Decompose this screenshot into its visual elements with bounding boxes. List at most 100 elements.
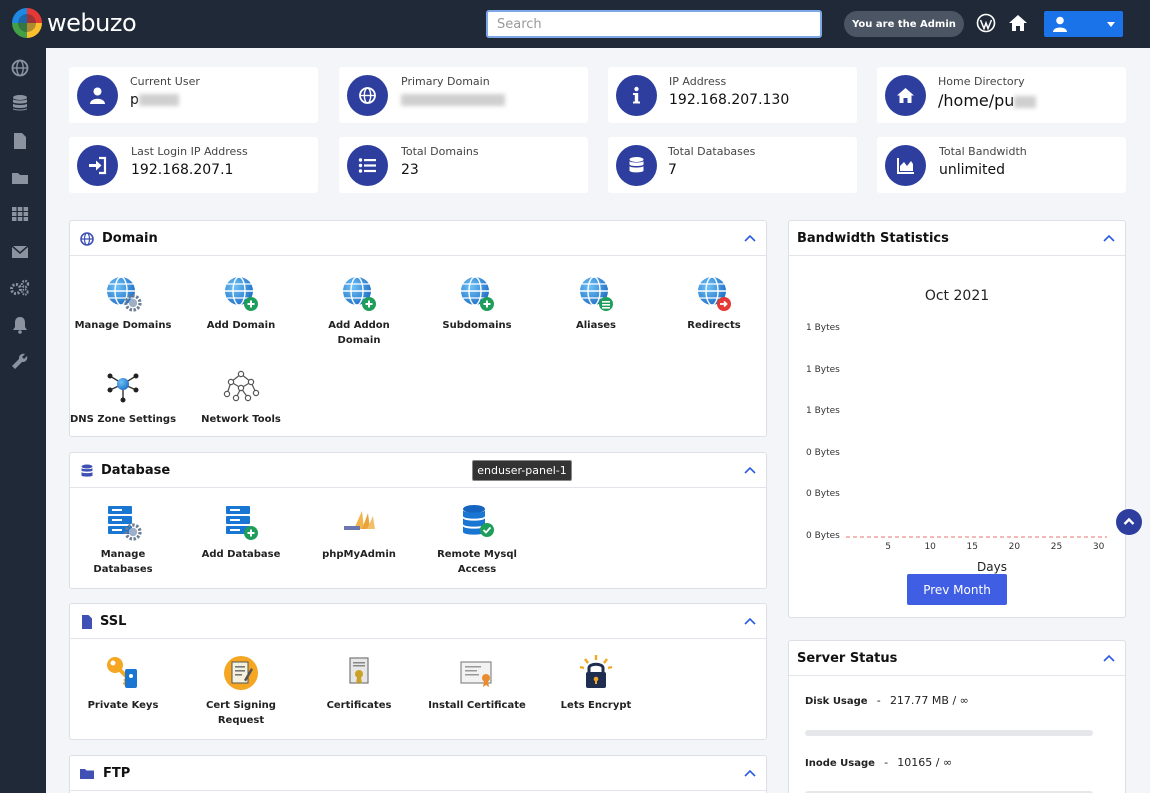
chevron-up-icon — [1123, 517, 1135, 525]
chevron-up-icon[interactable] — [744, 617, 756, 625]
tile-label: Redirects — [687, 320, 741, 331]
grid-icon[interactable] — [11, 205, 29, 223]
info-card-value: p — [130, 92, 179, 108]
home-icon — [885, 75, 926, 116]
server-status-panel: Server Status Disk Usage - 217.77 MB / ∞… — [788, 640, 1126, 793]
tile-label: Install Certificate — [428, 700, 526, 711]
ssl-panel-header[interactable]: SSL — [70, 604, 766, 639]
area-chart-icon — [885, 145, 926, 186]
tile-add-domain[interactable]: Add Domain — [182, 274, 300, 333]
tile-redirects[interactable]: Redirects — [655, 274, 766, 333]
panel-tooltip: enduser-panel-1 — [472, 460, 572, 481]
install-certificate-icon — [460, 661, 492, 687]
database-icon — [616, 145, 657, 186]
info-card-current-user: Current User p — [69, 67, 318, 123]
sidebar — [0, 48, 46, 793]
admin-badge[interactable]: You are the Admin — [844, 11, 964, 37]
user-menu-button[interactable] — [1044, 11, 1123, 37]
folder-icon[interactable] — [11, 169, 29, 187]
dns-network-icon — [107, 373, 139, 403]
top-bar: webuzo You are the Admin — [0, 0, 1150, 48]
x-axis-label: Days — [977, 560, 1007, 574]
tile-manage-databases[interactable]: Manage Databases — [70, 503, 182, 577]
bell-icon[interactable] — [11, 316, 29, 334]
globe-icon[interactable] — [11, 59, 29, 77]
tile-phpmyadmin[interactable]: phpMyAdmin — [300, 503, 418, 562]
database-remote-icon — [463, 505, 494, 537]
scroll-to-top-button[interactable] — [1116, 509, 1142, 535]
gears-icon[interactable] — [9, 279, 31, 297]
tile-private-keys[interactable]: Private Keys — [70, 654, 182, 713]
info-card-value: 192.168.207.1 — [131, 162, 234, 178]
brand-name: webuzo — [47, 9, 137, 37]
ftp-panel-header[interactable]: FTP — [70, 756, 766, 791]
tile-label: Remote Mysql Access — [437, 549, 517, 575]
chevron-up-icon[interactable] — [744, 769, 756, 777]
bandwidth-chart — [846, 536, 1107, 538]
file-icon — [82, 615, 92, 629]
tile-add-database[interactable]: Add Database — [182, 503, 300, 562]
domain-panel-header[interactable]: Domain — [70, 221, 766, 256]
info-card-total-databases: Total Databases 7 — [608, 137, 857, 193]
tile-label: Subdomains — [442, 320, 512, 331]
tile-label: Private Keys — [87, 700, 159, 711]
tile-cert-signing-request[interactable]: Cert Signing Request — [182, 654, 300, 728]
envelope-icon[interactable] — [11, 243, 29, 261]
tile-install-certificate[interactable]: Install Certificate — [418, 654, 536, 713]
panel-title: SSL — [100, 614, 127, 629]
tile-subdomains[interactable]: Subdomains — [418, 274, 536, 333]
phpmyadmin-icon — [344, 511, 375, 530]
info-icon — [616, 75, 657, 116]
info-card-home-directory: Home Directory /home/pu — [877, 67, 1126, 123]
wrench-icon[interactable] — [11, 352, 29, 370]
padlock-icon — [579, 655, 613, 688]
database-icon — [81, 464, 93, 477]
sign-in-icon — [77, 145, 118, 186]
brand-logo[interactable]: webuzo — [12, 8, 137, 38]
tile-dns-zone-settings[interactable]: DNS Zone Settings — [70, 368, 182, 427]
tile-label: Manage Databases — [93, 549, 153, 575]
list-icon — [347, 145, 388, 186]
search-input[interactable] — [486, 10, 822, 38]
bandwidth-panel: Bandwidth Statistics Oct 2021 1 Bytes 1 B… — [788, 220, 1126, 618]
home-icon[interactable] — [1008, 13, 1028, 33]
stat-separator: - — [884, 756, 889, 769]
disk-usage-bar — [805, 730, 1093, 736]
tile-network-tools[interactable]: Network Tools — [182, 368, 300, 427]
panel-title: Database — [101, 463, 171, 478]
chevron-up-icon[interactable] — [1103, 654, 1115, 662]
info-card-label: Primary Domain — [401, 75, 490, 88]
info-card-label: Total Domains — [401, 145, 479, 158]
globe-plus-icon — [460, 276, 494, 311]
database-icon[interactable] — [11, 94, 29, 112]
tile-lets-encrypt[interactable]: Lets Encrypt — [537, 654, 655, 713]
server-status-panel-header[interactable]: Server Status — [789, 641, 1125, 676]
tile-label: Network Tools — [201, 414, 281, 425]
tile-label: Aliases — [575, 320, 617, 331]
chevron-up-icon[interactable] — [744, 234, 756, 242]
globe-gear-icon — [106, 276, 142, 312]
tile-label: phpMyAdmin — [322, 549, 396, 560]
tile-label: Manage Domains — [74, 320, 172, 331]
cert-request-icon — [224, 656, 258, 690]
database-panel-header[interactable]: Database — [70, 453, 766, 488]
globe-icon — [80, 232, 94, 246]
stat-value: 10165 / ∞ — [897, 756, 953, 769]
info-card-label: Total Bandwidth — [939, 145, 1027, 158]
tile-certificates[interactable]: Certificates — [300, 654, 418, 713]
tile-manage-domains[interactable]: Manage Domains — [70, 274, 182, 333]
wordpress-icon[interactable] — [976, 13, 996, 33]
chevron-up-icon[interactable] — [744, 466, 756, 474]
tile-remote-mysql-access[interactable]: Remote Mysql Access — [418, 503, 536, 577]
panel-title: FTP — [103, 766, 131, 781]
prev-month-button[interactable]: Prev Month — [907, 574, 1007, 605]
info-card-label: Home Directory — [938, 75, 1025, 88]
info-card-last-login-ip: Last Login IP Address 192.168.207.1 — [69, 137, 318, 193]
domain-panel: Domain Manage Domains Add Domain Add Add… — [69, 220, 767, 437]
inode-usage-row: Inode Usage - 10165 / ∞ — [805, 756, 952, 769]
database-gear-icon — [108, 506, 142, 541]
globe-plus-icon — [224, 276, 258, 311]
tile-add-addon-domain[interactable]: Add Addon Domain — [300, 274, 418, 348]
tile-aliases[interactable]: Aliases — [537, 274, 655, 333]
file-icon[interactable] — [11, 132, 29, 150]
